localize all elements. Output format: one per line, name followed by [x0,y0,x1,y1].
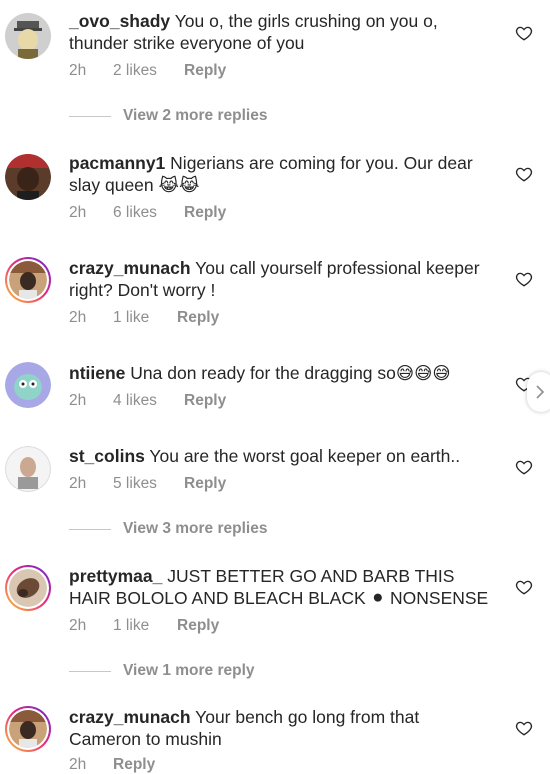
comment-meta: 2h Reply [69,756,155,774]
reply-button[interactable]: Reply [184,204,226,222]
comment-time[interactable]: 2h [69,617,113,635]
avatar-image [5,446,51,492]
heart-outline-icon[interactable] [515,719,533,737]
heart-outline-icon[interactable] [515,24,533,42]
avatar-image [9,569,47,607]
comment-meta: 2h 4 likes Reply [69,392,226,410]
comment-likes[interactable]: 5 likes [113,475,184,493]
comment-time[interactable]: 2h [69,204,113,222]
chevron-right-icon [536,385,545,399]
comment-meta: 2h 1 like Reply [69,309,219,327]
comment-meta: 2h 5 likes Reply [69,475,226,493]
comment-meta: 2h 6 likes Reply [69,204,226,222]
avatar[interactable] [5,706,51,752]
comment-text: crazy_munach Your bench go long from tha… [69,706,489,750]
comment-text: st_colins You are the worst goal keeper … [69,445,489,467]
view-more-replies[interactable]: View 2 more replies [69,107,267,125]
comment-username[interactable]: st_colins [69,446,145,466]
avatar[interactable] [5,154,51,200]
avatar-image [5,13,51,59]
heart-outline-icon[interactable] [515,270,533,288]
comment-time[interactable]: 2h [69,756,113,774]
comment-meta: 2h 1 like Reply [69,617,219,635]
view-more-label: View 2 more replies [123,107,268,124]
avatar[interactable] [5,257,51,303]
comment-text: crazy_munach You call yourself professio… [69,257,489,301]
comment-username[interactable]: pacmanny1 [69,153,165,173]
reply-button[interactable]: Reply [177,617,219,635]
comment-text: prettymaa_ JUST BETTER GO AND BARB THIS … [69,565,489,609]
divider-line [69,528,111,530]
reply-button[interactable]: Reply [113,756,155,774]
comment-time[interactable]: 2h [69,475,113,493]
comment-likes[interactable]: 6 likes [113,204,184,222]
heart-outline-icon[interactable] [515,458,533,476]
comment-body: You are the worst goal keeper on earth.. [149,446,461,466]
divider-line [69,670,111,672]
avatar[interactable] [5,362,51,408]
avatar-image [5,362,51,408]
avatar-image [9,710,47,748]
heart-outline-icon[interactable] [515,165,533,183]
reply-button[interactable]: Reply [184,62,226,80]
comment-text: ntiiene Una don ready for the dragging s… [69,362,489,384]
avatar[interactable] [5,13,51,59]
view-more-label: View 3 more replies [123,520,268,537]
scroll-next-button[interactable] [527,372,550,412]
comment-username[interactable]: crazy_munach [69,258,191,278]
avatar[interactable] [5,565,51,611]
comment-likes[interactable]: 2 likes [113,62,184,80]
comment-likes[interactable]: 1 like [113,617,177,635]
comment-time[interactable]: 2h [69,309,113,327]
comment-body: Una don ready for the dragging so😅😅😅 [130,363,451,383]
comment-username[interactable]: crazy_munach [69,707,191,727]
comment-likes[interactable]: 1 like [113,309,177,327]
comment-text: pacmanny1 Nigerians are coming for you. … [69,152,489,196]
comment-username[interactable]: prettymaa_ [69,566,162,586]
comment-username[interactable]: _ovo_shady [69,11,170,31]
view-more-replies[interactable]: View 1 more reply [69,662,255,680]
reply-button[interactable]: Reply [184,392,226,410]
view-more-replies[interactable]: View 3 more replies [69,520,267,538]
divider-line [69,115,111,117]
avatar-image [5,154,51,200]
avatar-image [9,261,47,299]
reply-button[interactable]: Reply [177,309,219,327]
avatar[interactable] [5,446,51,492]
comment-time[interactable]: 2h [69,62,113,80]
view-more-label: View 1 more reply [123,662,255,679]
comment-time[interactable]: 2h [69,392,113,410]
comment-username[interactable]: ntiiene [69,363,125,383]
comment-likes[interactable]: 4 likes [113,392,184,410]
comment-text: _ovo_shady You o, the girls crushing on … [69,10,489,54]
reply-button[interactable]: Reply [184,475,226,493]
comment-meta: 2h 2 likes Reply [69,62,226,80]
heart-outline-icon[interactable] [515,578,533,596]
